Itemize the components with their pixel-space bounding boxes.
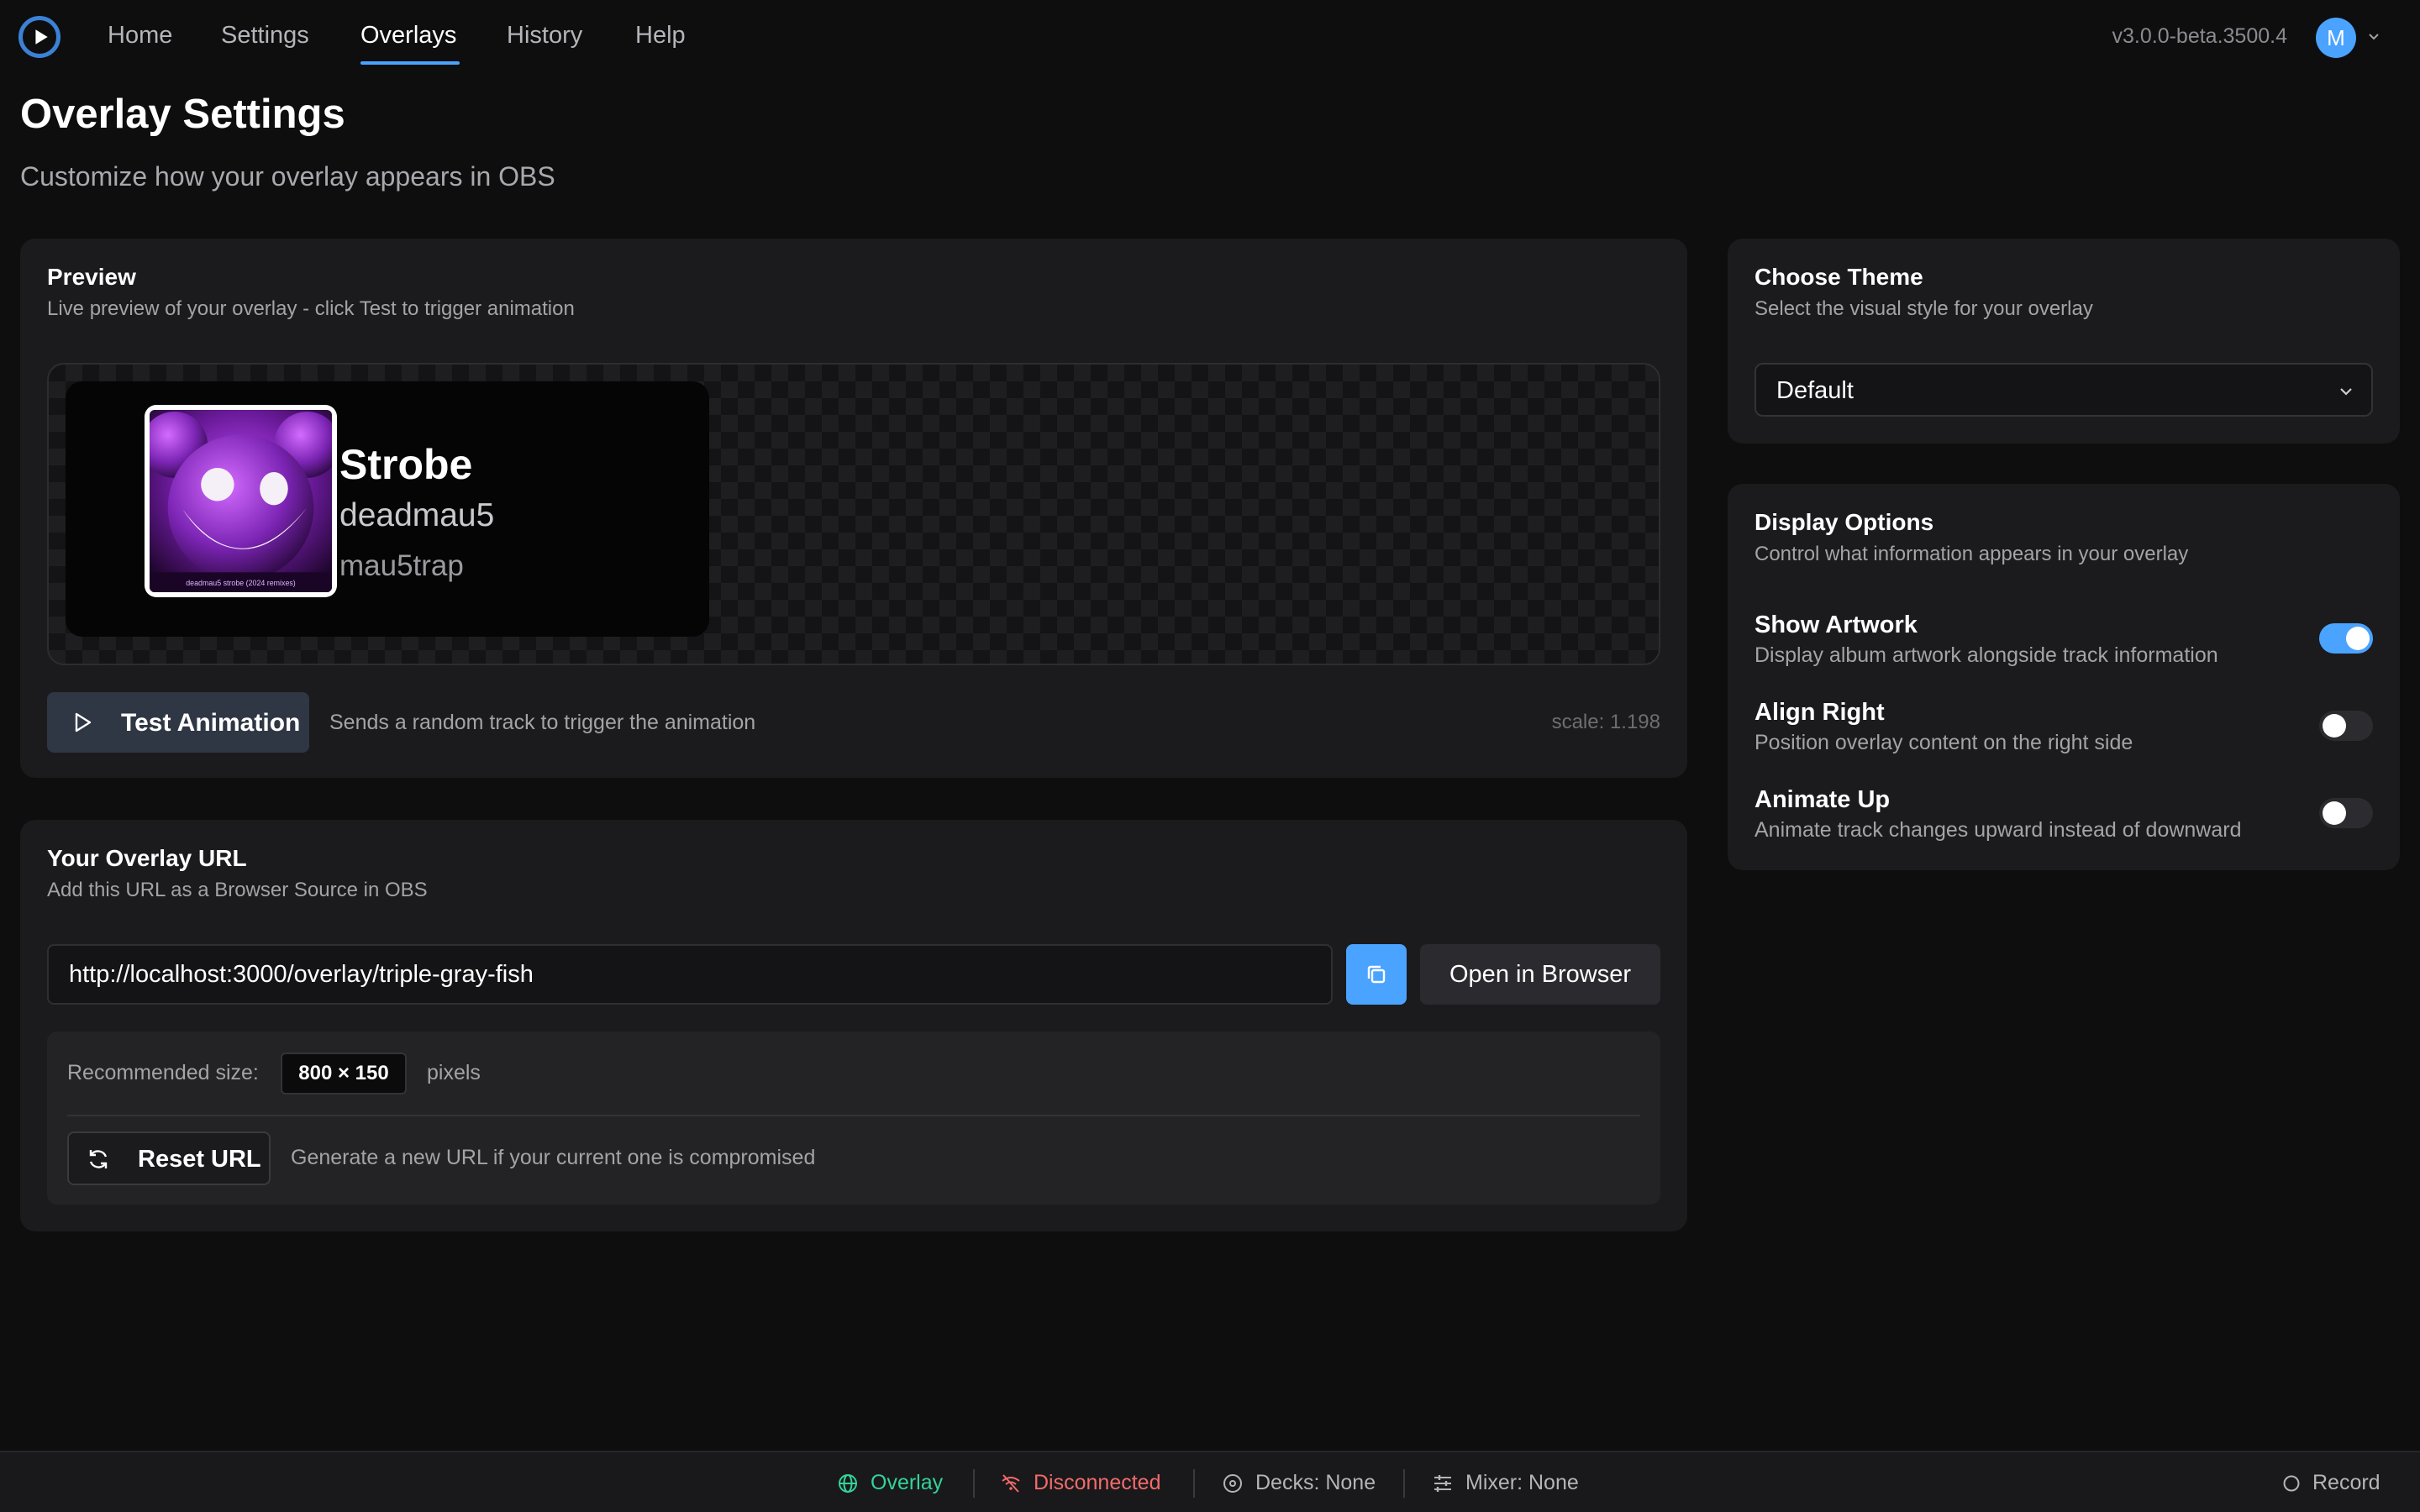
overlay-track-card: deadmau5 strobe (2024 remixes) Strobe de…	[66, 381, 709, 637]
nav-active-indicator	[360, 61, 460, 65]
nav-help[interactable]: Help	[635, 22, 686, 50]
overlay-preview-area: deadmau5 strobe (2024 remixes) Strobe de…	[47, 363, 1660, 665]
theme-select-value: Default	[1776, 377, 1854, 404]
recommended-size-unit: pixels	[427, 1061, 481, 1084]
app-root: Home Settings Overlays History Help v3.0…	[0, 0, 2420, 1512]
animate-up-toggle[interactable]	[2319, 798, 2373, 828]
track-artist: deadmau5	[339, 497, 495, 533]
version-label: v3.0.0-beta.3500.4	[2112, 24, 2288, 48]
option-show-artwork-label: Show Artwork	[1754, 612, 1918, 638]
sliders-icon	[1434, 1474, 1451, 1492]
overlay-url-input[interactable]	[47, 944, 1333, 1005]
play-icon	[75, 712, 92, 732]
status-overlay[interactable]: Overlay	[837, 1471, 943, 1495]
url-options-panel: Recommended size: 800 × 150 pixels Reset…	[47, 1032, 1660, 1205]
status-decks[interactable]: Decks: None	[1222, 1471, 1376, 1495]
test-animation-button[interactable]: Test Animation	[47, 692, 309, 753]
reset-url-button[interactable]: Reset URL	[67, 1131, 271, 1185]
record-button[interactable]: Record	[2282, 1471, 2381, 1495]
recommended-size-label: Recommended size:	[67, 1061, 259, 1084]
option-animate-up-label: Animate Up	[1754, 786, 1891, 813]
display-options-title: Display Options	[1754, 509, 1934, 535]
wifi-off-icon	[1002, 1473, 1020, 1493]
chevron-down-icon	[2340, 388, 2352, 396]
theme-select[interactable]: Default	[1754, 363, 2373, 417]
open-in-browser-button[interactable]: Open in Browser	[1420, 944, 1660, 1005]
align-right-toggle[interactable]	[2319, 711, 2373, 741]
test-animation-label: Test Animation	[121, 709, 301, 737]
toggle-knob	[2323, 714, 2346, 738]
record-label: Record	[2312, 1471, 2381, 1494]
page-subtitle: Customize how your overlay appears in OB…	[20, 161, 555, 192]
option-align-right-desc: Position overlay content on the right si…	[1754, 731, 2133, 754]
status-separator	[1193, 1469, 1195, 1498]
overlay-url-subtitle: Add this URL as a Browser Source in OBS	[47, 879, 428, 901]
option-show-artwork-desc: Display album artwork alongside track in…	[1754, 643, 2218, 667]
show-artwork-toggle[interactable]	[2319, 623, 2373, 654]
test-animation-hint: Sends a random track to trigger the anim…	[329, 711, 756, 734]
reset-url-hint: Generate a new URL if your current one i…	[291, 1146, 816, 1169]
status-connection[interactable]: Disconnected	[1000, 1471, 1160, 1495]
refresh-icon	[89, 1150, 108, 1168]
top-nav: Home Settings Overlays History Help v3.0…	[0, 0, 2420, 76]
track-title: Strobe	[339, 441, 473, 488]
status-mixer[interactable]: Mixer: None	[1432, 1471, 1579, 1495]
nav-history[interactable]: History	[507, 22, 582, 50]
globe-icon	[839, 1473, 857, 1493]
toggle-knob	[2323, 801, 2346, 825]
page-title: Overlay Settings	[20, 92, 345, 137]
status-separator	[973, 1469, 975, 1498]
record-icon	[2283, 1475, 2300, 1491]
app-logo-play-icon[interactable]	[18, 16, 60, 58]
nav-settings[interactable]: Settings	[221, 22, 309, 50]
overlay-url-title: Your Overlay URL	[47, 845, 247, 871]
display-options-subtitle: Control what information appears in your…	[1754, 543, 2189, 565]
user-avatar[interactable]: M	[2316, 18, 2356, 58]
disc-icon	[1223, 1473, 1242, 1493]
divider	[67, 1115, 1640, 1116]
chevron-down-icon[interactable]	[2367, 30, 2381, 44]
preview-title: Preview	[47, 264, 136, 290]
artwork-caption: deadmau5 strobe (2024 remixes)	[186, 579, 296, 587]
recommended-size-badge: 800 × 150	[281, 1053, 407, 1095]
theme-title: Choose Theme	[1754, 264, 1923, 290]
reset-url-label: Reset URL	[138, 1146, 261, 1173]
preview-subtitle: Live preview of your overlay - click Tes…	[47, 297, 575, 320]
copy-icon	[1367, 965, 1386, 984]
status-connection-label: Disconnected	[1034, 1471, 1161, 1494]
status-decks-label: Decks: None	[1255, 1471, 1376, 1494]
album-artwork: deadmau5 strobe (2024 remixes)	[145, 405, 337, 597]
option-animate-up-desc: Animate track changes upward instead of …	[1754, 818, 2242, 842]
theme-subtitle: Select the visual style for your overlay	[1754, 297, 2093, 320]
option-align-right-label: Align Right	[1754, 699, 1885, 726]
artwork-image: deadmau5 strobe (2024 remixes)	[150, 410, 332, 592]
preview-scale: scale: 1.198	[1551, 711, 1660, 733]
status-separator	[1403, 1469, 1405, 1498]
nav-home[interactable]: Home	[108, 22, 172, 50]
nav-overlays[interactable]: Overlays	[360, 22, 456, 50]
toggle-knob	[2346, 627, 2370, 650]
status-bar: Overlay Disconnected Decks: None Mixer: …	[0, 1451, 2420, 1512]
track-album: mau5trap	[339, 549, 464, 582]
status-overlay-label: Overlay	[871, 1471, 944, 1494]
status-mixer-label: Mixer: None	[1465, 1471, 1579, 1494]
copy-url-button[interactable]	[1346, 944, 1407, 1005]
